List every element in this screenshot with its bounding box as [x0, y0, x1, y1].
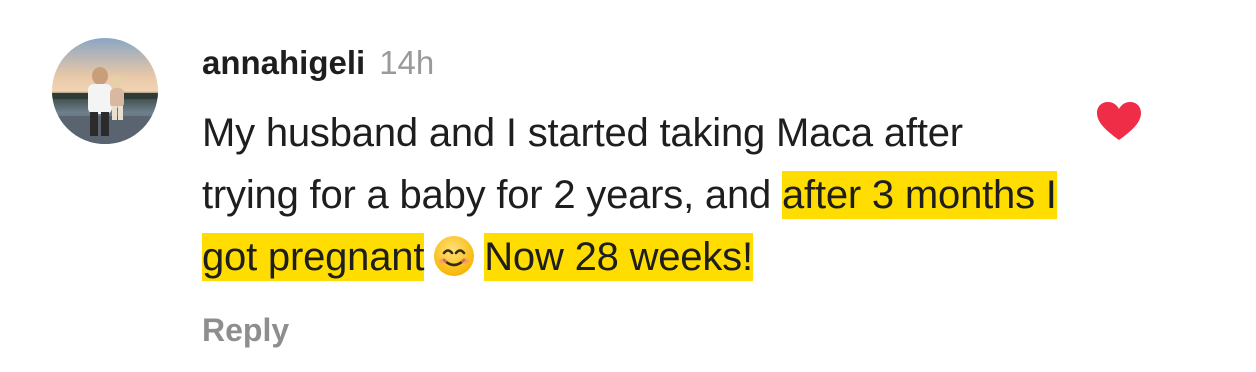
comment-body: annahigeli 14h My husband and I started …	[202, 44, 1062, 288]
comment: annahigeli 14h My husband and I started …	[0, 0, 1256, 372]
smiling-face-emoji	[434, 236, 475, 276]
reply-button[interactable]: Reply	[202, 312, 289, 349]
like-button[interactable]	[1095, 100, 1143, 142]
avatar[interactable]	[52, 38, 158, 144]
comment-meta: annahigeli 14h	[202, 44, 1062, 88]
heart-icon	[1097, 102, 1141, 140]
username[interactable]: annahigeli	[202, 44, 365, 82]
highlighted-text: Now 28 weeks!	[484, 233, 753, 281]
comment-text: My husband and I started taking Maca aft…	[202, 102, 1062, 288]
avatar-photo	[52, 38, 158, 144]
timestamp: 14h	[379, 44, 435, 81]
